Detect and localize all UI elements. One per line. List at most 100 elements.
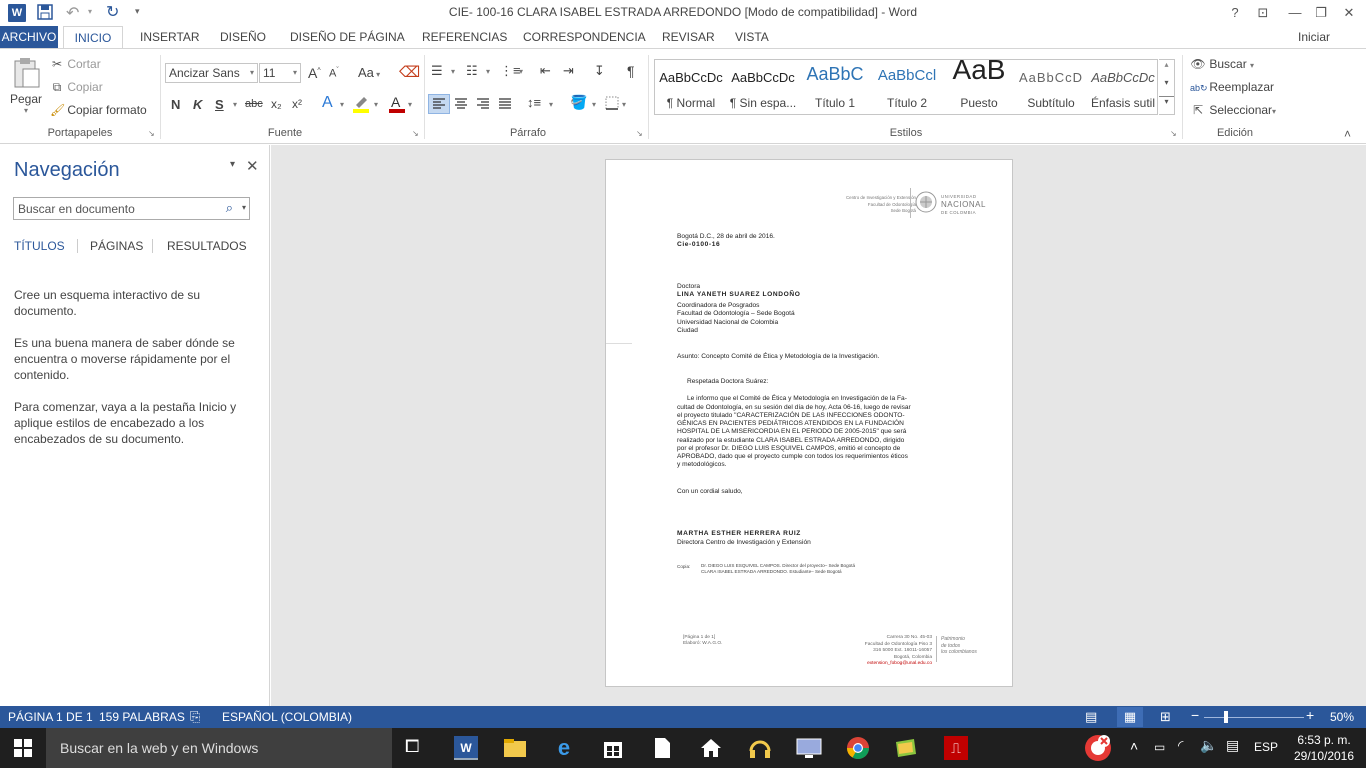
- borders-dropdown-icon[interactable]: ▾: [622, 100, 626, 109]
- styles-dialog-launcher-icon[interactable]: ↘: [1170, 129, 1177, 138]
- tab-view[interactable]: VISTA: [735, 26, 769, 48]
- read-mode-icon[interactable]: ▤: [1085, 709, 1097, 725]
- underline-button[interactable]: S: [215, 97, 224, 112]
- align-right-icon[interactable]: [474, 95, 492, 116]
- multilevel-list-icon[interactable]: ⋮≡: [500, 63, 521, 79]
- zoom-out-icon[interactable]: −: [1191, 707, 1199, 723]
- close-icon[interactable]: ✕: [1338, 3, 1360, 23]
- paragraph-dialog-launcher-icon[interactable]: ↘: [636, 129, 643, 138]
- highlight-icon[interactable]: [352, 93, 370, 113]
- photos-app-icon[interactable]: [894, 736, 918, 760]
- tab-review[interactable]: REVISAR: [662, 26, 715, 48]
- chevron-up-icon[interactable]: ˄: [1130, 738, 1138, 754]
- style-no-spacing[interactable]: AaBbCcDc ¶ Sin espa...: [727, 60, 799, 114]
- grow-font-button[interactable]: A^: [308, 65, 321, 81]
- input-language[interactable]: ESP: [1254, 740, 1278, 754]
- nav-tab-pages[interactable]: PÁGINAS: [90, 239, 143, 253]
- action-center-icon[interactable]: ▤: [1226, 737, 1239, 754]
- multilevel-dropdown-icon[interactable]: ▾: [519, 67, 523, 76]
- zoom-slider-track[interactable]: [1204, 717, 1304, 718]
- pdf-reader-icon[interactable]: ⎍: [944, 736, 968, 760]
- help-button[interactable]: ?: [1224, 3, 1246, 23]
- task-view-icon[interactable]: ⧠: [405, 736, 429, 760]
- nav-tab-headings[interactable]: TÍTULOS: [14, 239, 65, 253]
- style-heading-2[interactable]: AaBbCcl Título 2: [871, 60, 943, 114]
- edge-browser-icon[interactable]: e: [552, 736, 576, 760]
- show-formatting-button[interactable]: ¶: [627, 63, 635, 79]
- volume-icon[interactable]: 🔈: [1200, 737, 1217, 754]
- tab-home[interactable]: INICIO: [63, 26, 123, 49]
- underline-dropdown-icon[interactable]: ▾: [233, 100, 237, 109]
- italic-button[interactable]: K: [193, 97, 202, 112]
- language-indicator[interactable]: ESPAÑOL (COLOMBIA): [222, 710, 352, 724]
- subscript-button[interactable]: x₂: [271, 97, 282, 111]
- print-layout-icon[interactable]: ▦: [1117, 707, 1143, 727]
- shading-dropdown-icon[interactable]: ▾: [592, 100, 596, 109]
- search-options-dropdown-icon[interactable]: ▾: [242, 203, 246, 212]
- proofing-icon[interactable]: ⎘: [190, 709, 200, 725]
- zoom-level[interactable]: 50%: [1330, 710, 1354, 724]
- restore-icon[interactable]: ❐: [1310, 3, 1332, 23]
- copy-button[interactable]: ⧉ Copiar: [50, 80, 103, 95]
- tab-insert[interactable]: INSERTAR: [140, 26, 200, 48]
- collapse-ribbon-icon[interactable]: ˄: [1344, 127, 1351, 141]
- tab-page-layout[interactable]: DISEÑO DE PÁGINA: [290, 26, 405, 48]
- shrink-font-button[interactable]: Aˇ: [329, 67, 339, 80]
- taskbar-search-input[interactable]: Buscar en la web y en Windows: [46, 728, 392, 768]
- sort-icon[interactable]: ↧: [594, 63, 605, 79]
- scroll-up-icon[interactable]: ▴: [1159, 60, 1174, 78]
- highlight-dropdown-icon[interactable]: ▾: [374, 100, 378, 109]
- style-subtle-emphasis[interactable]: AaBbCcDc Énfasis sutil: [1087, 60, 1159, 114]
- pane-options-icon[interactable]: ▾: [230, 159, 235, 170]
- home-icon[interactable]: [699, 736, 723, 760]
- headphones-icon[interactable]: [748, 736, 772, 760]
- increase-indent-icon[interactable]: ⇥: [563, 63, 574, 79]
- zoom-in-icon[interactable]: +: [1306, 707, 1314, 723]
- word-taskbar-icon[interactable]: W: [454, 736, 478, 760]
- numbering-dropdown-icon[interactable]: ▾: [486, 67, 490, 76]
- cut-button[interactable]: ✂ Cortar: [50, 57, 101, 71]
- page-count[interactable]: PÁGINA 1 DE 1: [8, 710, 93, 724]
- document-page[interactable]: Centro de Investigación y Extensión Facu…: [605, 159, 1013, 687]
- tab-file[interactable]: ARCHIVO: [0, 26, 58, 48]
- clock[interactable]: 6:53 p. m. 29/10/2016: [1292, 732, 1356, 764]
- superscript-button[interactable]: x²: [292, 97, 302, 111]
- select-button[interactable]: ⇱ Seleccionar▾: [1190, 103, 1276, 117]
- font-dialog-launcher-icon[interactable]: ↘: [412, 129, 419, 138]
- bullets-icon[interactable]: ☰: [431, 63, 443, 79]
- decrease-indent-icon[interactable]: ⇤: [540, 63, 551, 79]
- text-effects-icon[interactable]: A: [322, 94, 333, 112]
- font-color-icon[interactable]: A: [389, 93, 405, 113]
- nav-tab-results[interactable]: RESULTADOS: [167, 239, 247, 253]
- replace-button[interactable]: ab↻ Reemplazar: [1190, 80, 1274, 94]
- ribbon-display-options-icon[interactable]: ⊡: [1252, 3, 1274, 23]
- search-icon[interactable]: ⌕: [226, 200, 233, 216]
- format-painter-button[interactable]: 🖌 Copiar formato: [50, 103, 147, 117]
- line-spacing-dropdown-icon[interactable]: ▾: [549, 100, 553, 109]
- justify-icon[interactable]: [496, 95, 514, 116]
- style-heading-1[interactable]: AaBbC Título 1: [799, 60, 871, 114]
- word-count[interactable]: 159 PALABRAS: [99, 710, 185, 724]
- wifi-icon[interactable]: ◜: [1178, 737, 1183, 754]
- web-layout-icon[interactable]: ⊞: [1160, 709, 1171, 725]
- line-spacing-icon[interactable]: ↕≡: [527, 95, 541, 110]
- shading-icon[interactable]: 🪣: [570, 94, 587, 111]
- font-color-dropdown-icon[interactable]: ▾: [408, 100, 412, 109]
- tab-mailings[interactable]: CORRESPONDENCIA: [523, 26, 646, 48]
- bold-button[interactable]: N: [171, 97, 180, 112]
- signin-link[interactable]: Iniciar sesión: [1298, 26, 1366, 66]
- file-explorer-icon[interactable]: [503, 736, 527, 760]
- close-pane-icon[interactable]: ✕: [246, 157, 259, 175]
- store-icon[interactable]: [601, 736, 625, 760]
- tab-references[interactable]: REFERENCIAS: [422, 26, 507, 48]
- strikethrough-button[interactable]: abc: [245, 98, 263, 110]
- clipboard-dialog-launcher-icon[interactable]: ↘: [148, 129, 155, 138]
- zoom-slider-thumb[interactable]: [1224, 711, 1229, 723]
- document-icon[interactable]: [650, 736, 674, 760]
- style-subtitle[interactable]: AaBbCcD Subtítulo: [1015, 60, 1087, 114]
- text-effects-dropdown-icon[interactable]: ▾: [340, 100, 344, 109]
- align-center-icon[interactable]: [452, 95, 470, 116]
- more-styles-icon[interactable]: ▾: [1159, 96, 1174, 114]
- numbering-icon[interactable]: ☷: [466, 63, 478, 79]
- style-title[interactable]: AaB Puesto: [943, 54, 1015, 114]
